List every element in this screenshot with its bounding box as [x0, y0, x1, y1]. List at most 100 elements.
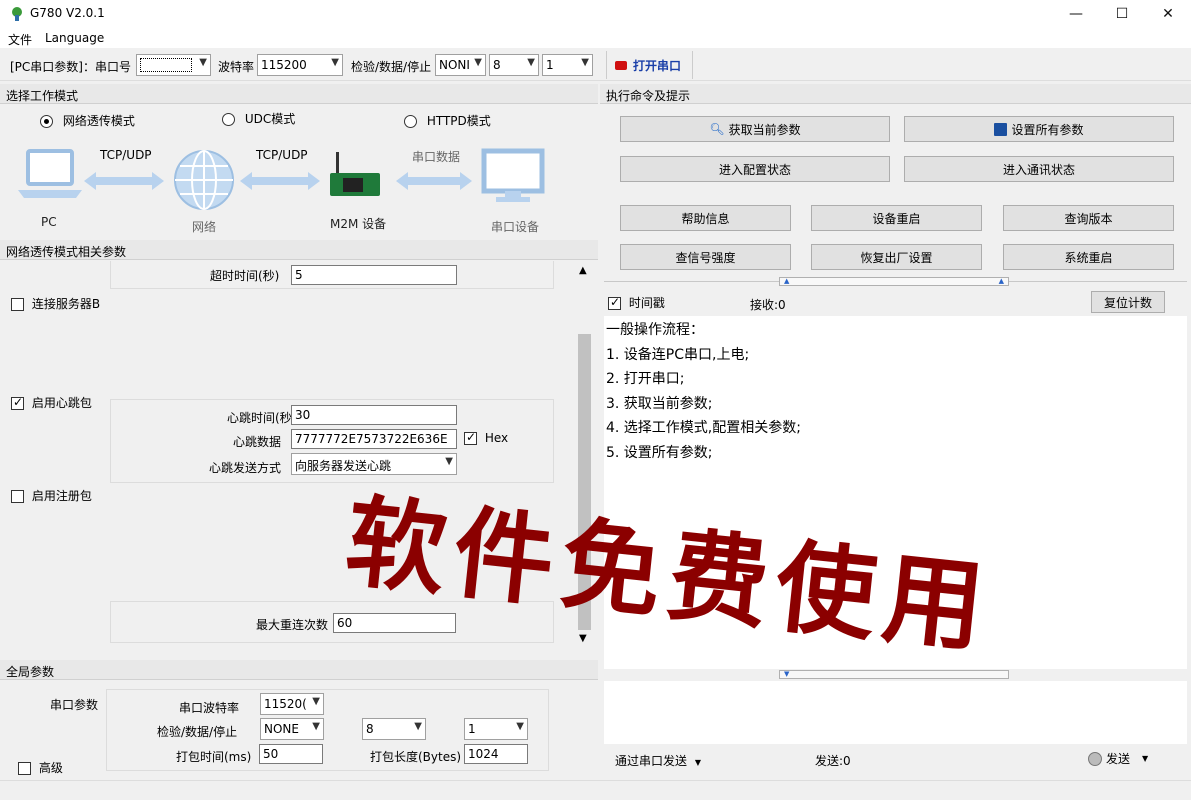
menu-file[interactable]: 文件 [8, 31, 32, 48]
globe-icon [174, 150, 234, 210]
enter-config-button[interactable]: 进入配置状态 [620, 156, 890, 182]
connect-server-b-checkbox[interactable]: 连接服务器B [11, 295, 100, 312]
max-reconnect-input[interactable]: 60 [333, 613, 456, 633]
menu-language[interactable]: Language [45, 31, 104, 45]
save-icon [994, 122, 1008, 136]
chevron-down-icon: ▼ [414, 721, 422, 732]
red-led-icon [615, 60, 627, 70]
timeout-label: 超时时间(秒) [210, 269, 280, 283]
send-input[interactable] [604, 681, 1187, 744]
pack-time-input[interactable]: 50 [259, 744, 323, 764]
splitter-handle[interactable]: ▲ ▲ [779, 277, 1009, 286]
heartbeat-data-input[interactable]: 7777772E7573722E636E [291, 429, 457, 449]
monitor-icon [481, 148, 545, 202]
search-document-icon: 🔍︎ [709, 122, 725, 136]
heartbeat-mode-select[interactable]: 向服务器发送心跳 ▼ [291, 453, 457, 475]
log-line: 一般操作流程： [606, 322, 704, 338]
port-select[interactable]: ▼ [136, 54, 211, 76]
heartbeat-time-label: 心跳时间(秒 [227, 411, 292, 425]
baud-select[interactable]: 115200 ▼ [257, 54, 343, 76]
parity-label: 检验/数据/停止 [351, 60, 432, 74]
global-databits-select[interactable]: 8 ▼ [362, 718, 426, 740]
reconnect-group [110, 601, 554, 643]
global-stopbits-select[interactable]: 1 ▼ [464, 718, 528, 740]
diagram-proto2-label: TCP/UDP [256, 148, 308, 162]
chevron-down-icon: ▼ [527, 57, 535, 68]
radio-icon [404, 115, 417, 128]
minimize-button[interactable]: — [1053, 0, 1099, 28]
maximize-button[interactable]: ☐ [1099, 0, 1145, 28]
system-reboot-button[interactable]: 系统重启 [1003, 244, 1174, 270]
enter-comm-button[interactable]: 进入通讯状态 [904, 156, 1174, 182]
reset-count-button[interactable]: 复位计数 [1091, 291, 1165, 313]
chevron-down-icon: ▼ [312, 696, 320, 707]
checkbox-icon [11, 490, 24, 503]
chevron-down-icon: ▼ [331, 57, 339, 68]
caret-down-icon: ▼ [784, 670, 790, 678]
databits-select[interactable]: 8 ▼ [489, 54, 539, 76]
serial-toolbar: [PC串口参数]：串口号 ▼ 波特率 115200 ▼ 检验/数据/停止 NON… [0, 49, 1191, 81]
mode-header: 选择工作模式 [0, 84, 598, 104]
chevron-down-icon: ▼ [312, 721, 320, 732]
laptop-icon [18, 149, 82, 198]
diagram-network-label: 网络 [192, 220, 217, 234]
help-button[interactable]: 帮助信息 [620, 205, 791, 231]
chevron-down-icon: ▼ [581, 57, 589, 68]
caret-up-icon: ▲ [998, 277, 1004, 285]
diagram-m2m-label: M2M 设备 [330, 217, 387, 231]
chevron-up-icon[interactable]: ▲ [579, 265, 587, 276]
timestamp-checkbox[interactable]: 时间戳 [608, 294, 665, 311]
send-via-dropdown[interactable]: 通过串口发送 ▼ [615, 752, 701, 769]
register-checkbox[interactable]: 启用注册包 [11, 487, 92, 504]
query-version-button[interactable]: 查询版本 [1003, 205, 1174, 231]
heartbeat-time-input[interactable]: 30 [291, 405, 457, 425]
signal-button[interactable]: 查信号强度 [620, 244, 791, 270]
reboot-device-button[interactable]: 设备重启 [811, 205, 982, 231]
splitter-handle[interactable]: ▼ [779, 670, 1009, 679]
send-button[interactable]: 发送 ▼ [1088, 750, 1148, 767]
hex-checkbox[interactable]: Hex [464, 430, 508, 445]
checkbox-checked-icon [11, 395, 24, 410]
send-icon [1088, 751, 1102, 766]
net-params-header: 网络透传模式相关参数 [0, 240, 598, 260]
vertical-scrollbar[interactable]: ▲ ▼ [576, 261, 593, 650]
global-parity-label: 检验/数据/停止 [157, 725, 238, 739]
log-line: 1. 设备连PC串口,上电; [606, 346, 750, 363]
get-params-button[interactable]: 🔍︎ 获取当前参数 [620, 116, 890, 142]
caret-up-icon: ▲ [784, 277, 790, 285]
title-bar: G780 V2.0.1 — ☐ ✕ [0, 0, 1191, 28]
mode-option-transparent[interactable]: 网络透传模式 [40, 112, 135, 129]
heartbeat-data-label: 心跳数据 [233, 435, 282, 449]
baud-label: 波特率 [218, 60, 255, 74]
mode-option-httpd[interactable]: HTTPD模式 [404, 112, 491, 129]
advanced-checkbox[interactable]: 高级 [18, 759, 63, 776]
global-parity-select[interactable]: NONE ▼ [260, 718, 324, 740]
close-button[interactable]: ✕ [1145, 0, 1191, 28]
checkbox-checked-icon [608, 295, 621, 310]
parity-select[interactable]: NONI ▼ [435, 54, 486, 76]
menu-bar: 文件 Language [0, 28, 1191, 48]
max-reconnect-label: 最大重连次数 [256, 618, 329, 632]
factory-reset-button[interactable]: 恢复出厂设置 [811, 244, 982, 270]
set-params-button[interactable]: 设置所有参数 [904, 116, 1174, 142]
chevron-down-icon[interactable]: ▼ [579, 633, 587, 644]
log-output[interactable]: 一般操作流程： 1. 设备连PC串口,上电; 2. 打开串口; 3. 获取当前参… [604, 316, 1187, 669]
heartbeat-checkbox[interactable]: 启用心跳包 [11, 394, 92, 411]
heartbeat-mode-label: 心跳发送方式 [209, 461, 282, 475]
stopbits-select[interactable]: 1 ▼ [542, 54, 593, 76]
log-line: 2. 打开串口; [606, 371, 685, 387]
m2m-device-icon [330, 152, 380, 196]
timeout-input[interactable]: 5 [291, 265, 457, 285]
mode-option-udc[interactable]: UDC模式 [222, 110, 295, 127]
global-baud-select[interactable]: 11520( ▼ [260, 693, 324, 715]
sent-count: 发送:0 [815, 754, 851, 768]
pack-len-label: 打包长度(Bytes) [370, 750, 462, 764]
log-line: 5. 设置所有参数; [606, 444, 713, 461]
scrollbar-thumb[interactable] [578, 334, 591, 630]
chevron-down-icon: ▼ [445, 456, 453, 467]
open-port-button[interactable]: 打开串口 [606, 51, 693, 79]
recv-count: 接收:0 [750, 298, 786, 312]
arrow-icon [396, 172, 472, 190]
checkbox-checked-icon [464, 430, 477, 445]
pack-len-input[interactable]: 1024 [464, 744, 528, 764]
